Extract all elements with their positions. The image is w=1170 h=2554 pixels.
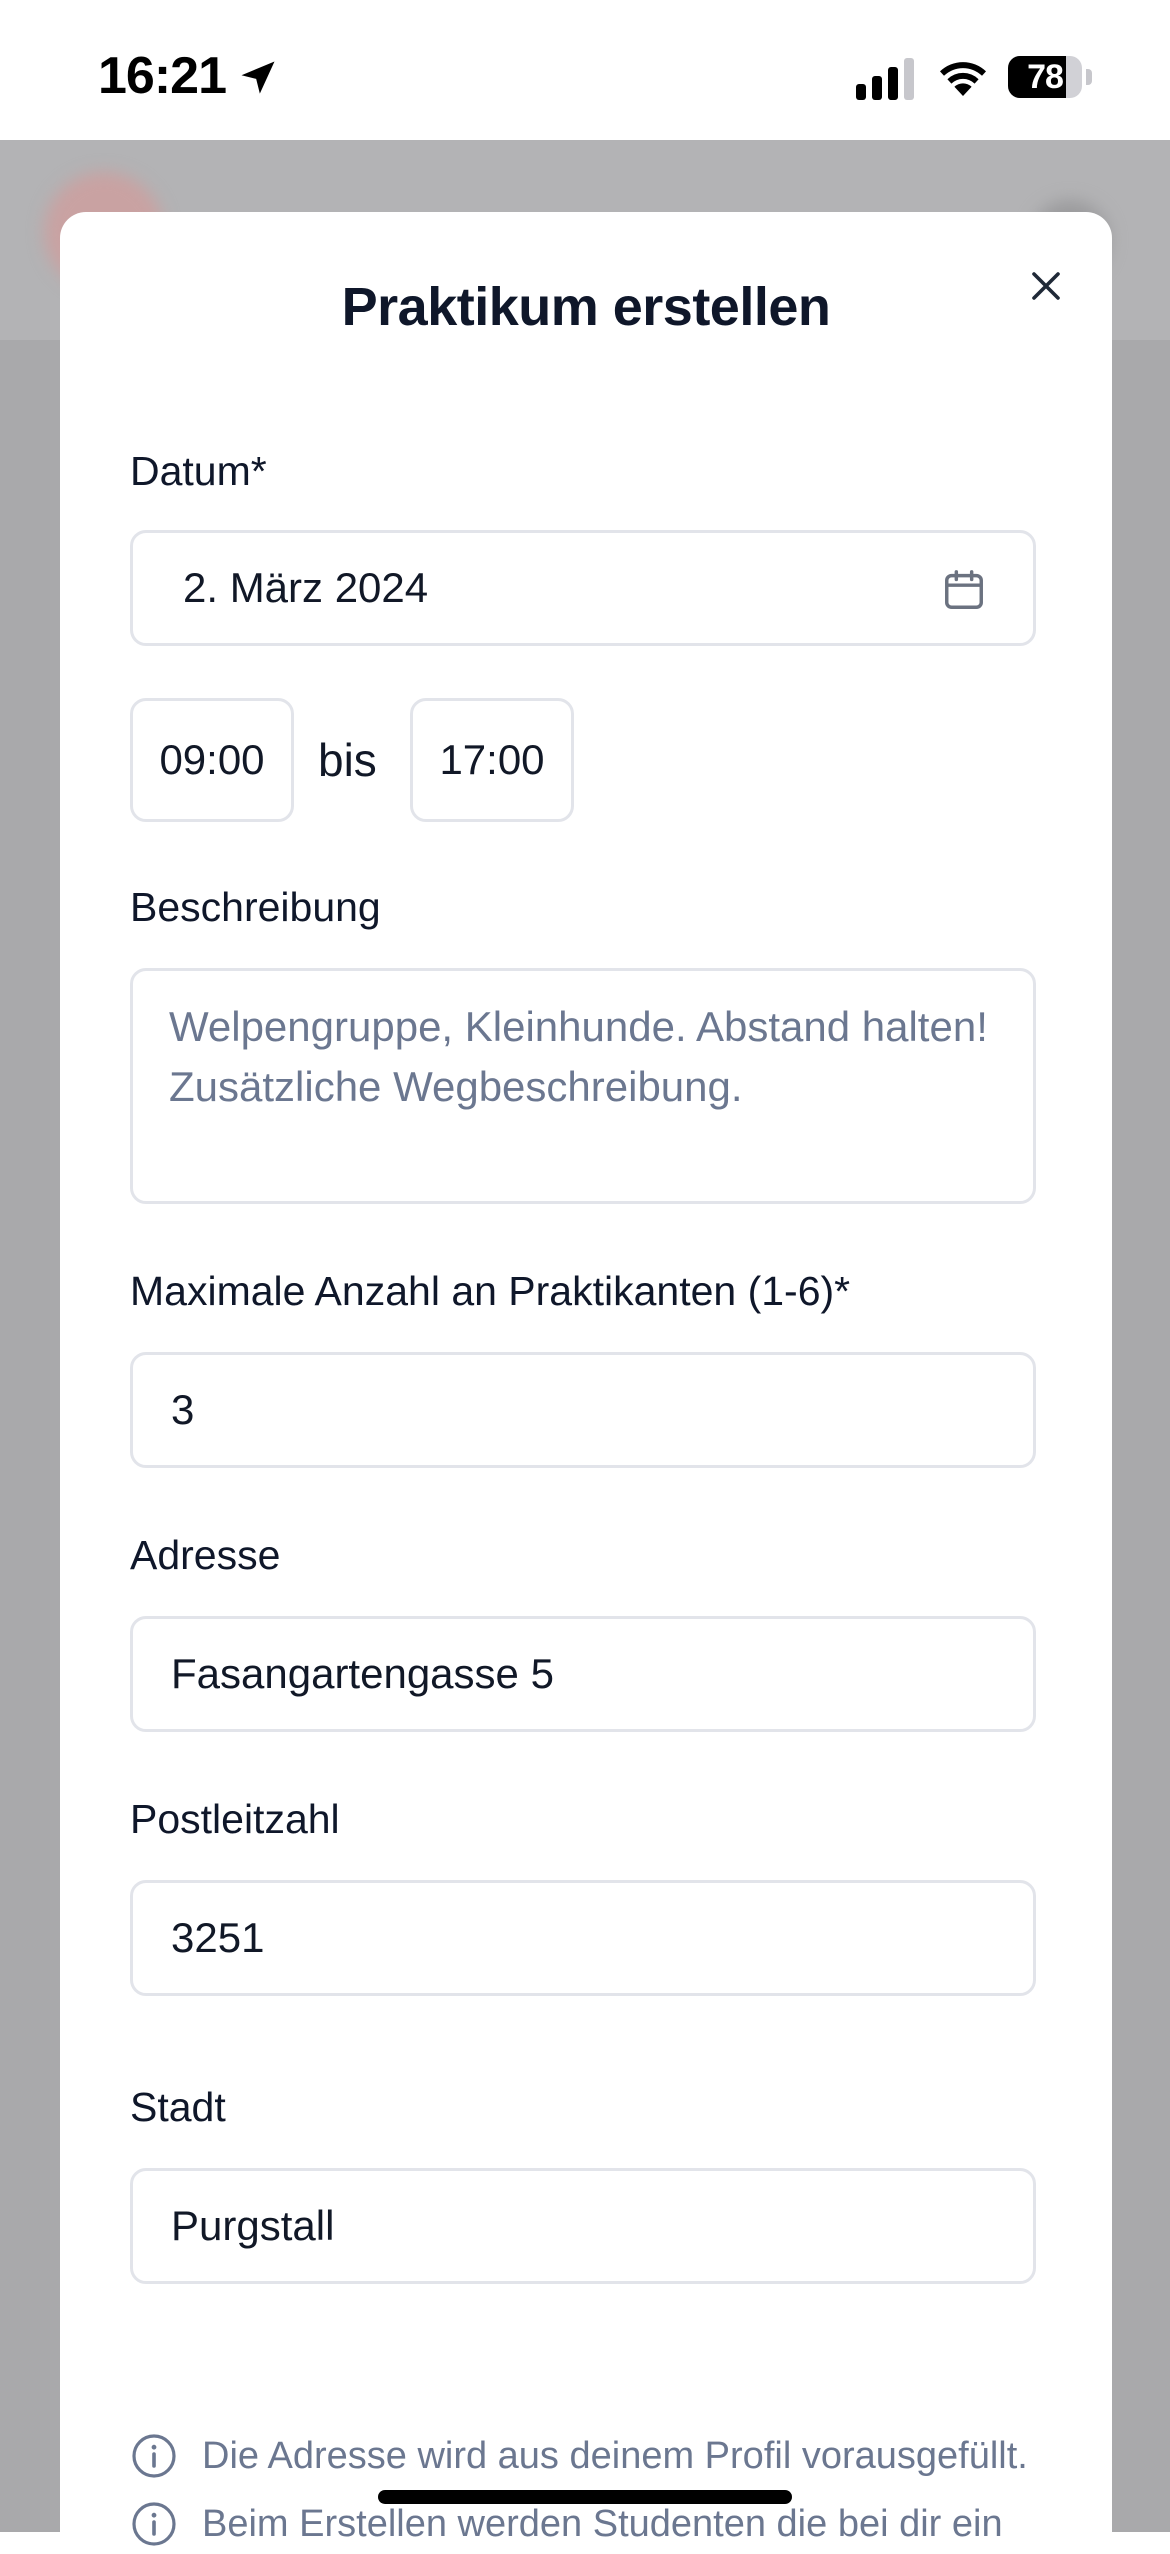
description-placeholder: Welpengruppe, Kleinhunde. Abstand halten… [169,1003,988,1110]
postal-code-value: 3251 [171,1914,265,1961]
city-input[interactable]: Purgstall [130,2168,1036,2284]
max-interns-value: 3 [171,1386,195,1433]
city-value: Purgstall [171,2202,335,2249]
address-value: Fasangartengasse 5 [171,1650,554,1697]
info-icon [132,2502,176,2546]
status-bar: 16:21 78 [0,0,1170,140]
close-icon [1032,272,1060,300]
end-time-field[interactable]: 17:00 [410,698,574,822]
date-label: Datum* [130,448,267,494]
date-picker-field[interactable]: 2. März 2024 [130,530,1036,646]
battery-level: 78 [1027,58,1064,96]
description-textarea[interactable]: Welpengruppe, Kleinhunde. Abstand halten… [130,968,1036,1204]
status-time: 16:21 [98,47,227,105]
address-label: Adresse [130,1532,281,1578]
description-label: Beschreibung [130,884,381,930]
postal-code-label: Postleitzahl [130,1796,340,1842]
create-internship-modal: Praktikum erstellen Datum* 2. März 2024 … [60,212,1112,2552]
max-interns-input[interactable]: 3 [130,1352,1036,1468]
time-separator: bis [318,734,377,786]
start-time-field[interactable]: 09:00 [130,698,294,822]
info-note-text: Die Adresse wird aus deinem Profil vorau… [202,2434,1028,2477]
close-button[interactable] [1016,256,1076,316]
home-indicator[interactable] [378,2490,792,2504]
postal-code-input[interactable]: 3251 [130,1880,1036,1996]
city-label: Stadt [130,2084,226,2130]
modal-title: Praktikum erstellen [341,277,831,337]
info-icon [132,2434,176,2478]
wifi-icon [940,62,986,96]
date-value: 2. März 2024 [183,564,429,611]
cellular-signal-icon [856,58,914,100]
max-interns-label: Maximale Anzahl an Praktikanten (1-6)* [130,1268,851,1314]
battery-icon: 78 [1008,56,1092,98]
info-note: Die Adresse wird aus deinem Profil vorau… [130,2426,1028,2486]
info-note-text: Beim Erstellen werden Studenten die bei … [202,2502,1003,2545]
address-input[interactable]: Fasangartengasse 5 [130,1616,1036,1732]
calendar-icon[interactable] [941,567,987,613]
location-arrow-icon [241,61,275,94]
